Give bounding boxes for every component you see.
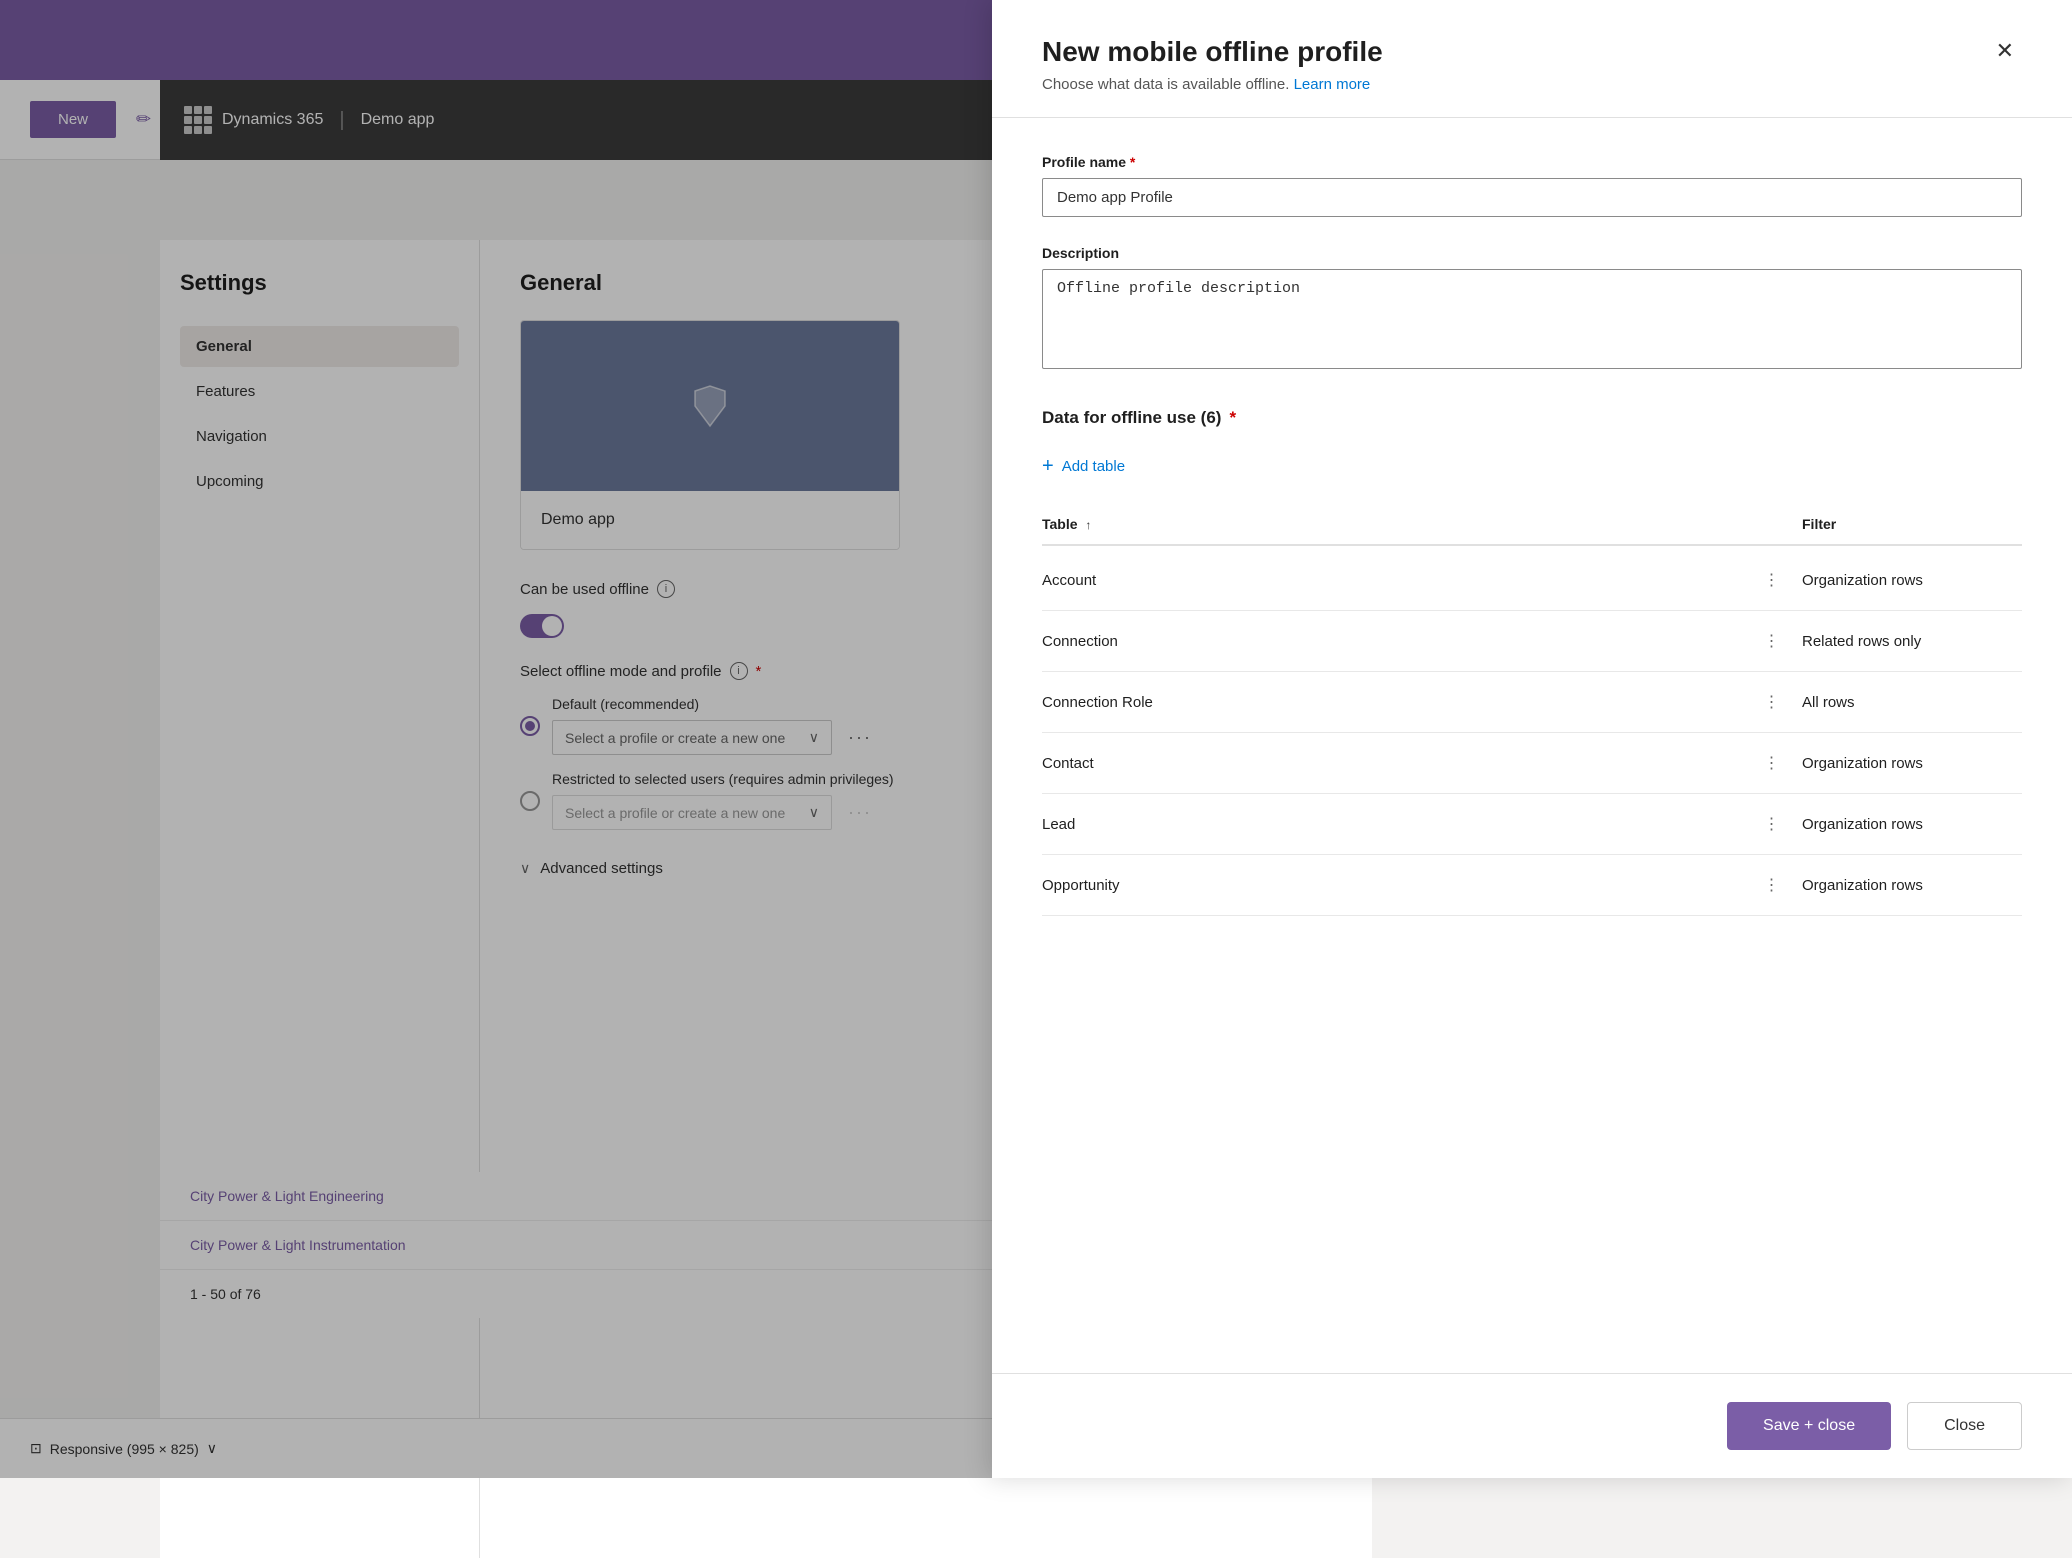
table-cell-filter: Related rows only bbox=[1802, 633, 2022, 650]
table-cell-name: Lead bbox=[1042, 816, 1742, 833]
table-cell-name: Contact bbox=[1042, 755, 1742, 772]
row-actions-dots[interactable]: ⋮ bbox=[1756, 749, 1789, 777]
col-filter-header: Filter bbox=[1802, 516, 2022, 532]
table-row: Contact ⋮ Organization rows bbox=[1042, 733, 2022, 794]
table-row: Connection Role ⋮ All rows bbox=[1042, 672, 2022, 733]
table-row-actions: ⋮ bbox=[1742, 627, 1802, 655]
table-row-actions: ⋮ bbox=[1742, 688, 1802, 716]
table-cell-name: Opportunity bbox=[1042, 877, 1742, 894]
table-row-actions: ⋮ bbox=[1742, 871, 1802, 899]
table-cell-name: Account bbox=[1042, 572, 1742, 589]
panel-header-content: New mobile offline profile Choose what d… bbox=[1042, 36, 1383, 93]
profile-name-label: Profile name * bbox=[1042, 154, 2022, 170]
data-section-title: Data for offline use (6) * bbox=[1042, 408, 2022, 428]
table-row-actions: ⋮ bbox=[1742, 749, 1802, 777]
col-actions-header bbox=[1742, 516, 1802, 532]
close-action-button[interactable]: Close bbox=[1907, 1402, 2022, 1450]
sort-icon[interactable]: ↑ bbox=[1085, 518, 1091, 532]
panel-title: New mobile offline profile bbox=[1042, 36, 1383, 68]
table-cell-filter: Organization rows bbox=[1802, 572, 2022, 589]
table-cell-filter: Organization rows bbox=[1802, 877, 2022, 894]
add-icon: + bbox=[1042, 456, 1054, 476]
table-cell-filter: All rows bbox=[1802, 694, 2022, 711]
row-actions-dots[interactable]: ⋮ bbox=[1756, 871, 1789, 899]
description-label: Description bbox=[1042, 245, 2022, 261]
row-actions-dots[interactable]: ⋮ bbox=[1756, 810, 1789, 838]
table-header: Table ↑ Filter bbox=[1042, 504, 2022, 546]
row-actions-dots[interactable]: ⋮ bbox=[1756, 688, 1789, 716]
panel-body: Profile name * Description Offline profi… bbox=[992, 118, 2072, 1373]
learn-more-link[interactable]: Learn more bbox=[1294, 76, 1371, 93]
profile-name-input[interactable] bbox=[1042, 178, 2022, 217]
row-actions-dots[interactable]: ⋮ bbox=[1756, 627, 1789, 655]
table-cell-name: Connection Role bbox=[1042, 694, 1742, 711]
panel-footer: Save + close Close bbox=[992, 1373, 2072, 1478]
add-table-label: Add table bbox=[1062, 458, 1125, 475]
add-table-button[interactable]: + Add table bbox=[1042, 448, 1125, 484]
table-row: Opportunity ⋮ Organization rows bbox=[1042, 855, 2022, 916]
panel-subtitle-text: Choose what data is available offline. bbox=[1042, 76, 1289, 93]
table-cell-filter: Organization rows bbox=[1802, 816, 2022, 833]
save-close-button[interactable]: Save + close bbox=[1727, 1402, 1891, 1450]
table-row: Connection ⋮ Related rows only bbox=[1042, 611, 2022, 672]
table-cell-name: Connection bbox=[1042, 633, 1742, 650]
panel-close-button[interactable]: ✕ bbox=[1988, 36, 2022, 66]
profile-name-required: * bbox=[1130, 154, 1135, 170]
table-row-actions: ⋮ bbox=[1742, 566, 1802, 594]
panel-subtitle: Choose what data is available offline. L… bbox=[1042, 76, 1383, 93]
description-input[interactable]: Offline profile description bbox=[1042, 269, 2022, 369]
table-row-actions: ⋮ bbox=[1742, 810, 1802, 838]
panel-header: New mobile offline profile Choose what d… bbox=[992, 0, 2072, 118]
table-row: Lead ⋮ Organization rows bbox=[1042, 794, 2022, 855]
new-profile-panel: New mobile offline profile Choose what d… bbox=[992, 0, 2072, 1478]
col-table-header: Table ↑ bbox=[1042, 516, 1742, 532]
table-row: Account ⋮ Organization rows bbox=[1042, 550, 2022, 611]
table-cell-filter: Organization rows bbox=[1802, 755, 2022, 772]
row-actions-dots[interactable]: ⋮ bbox=[1756, 566, 1789, 594]
